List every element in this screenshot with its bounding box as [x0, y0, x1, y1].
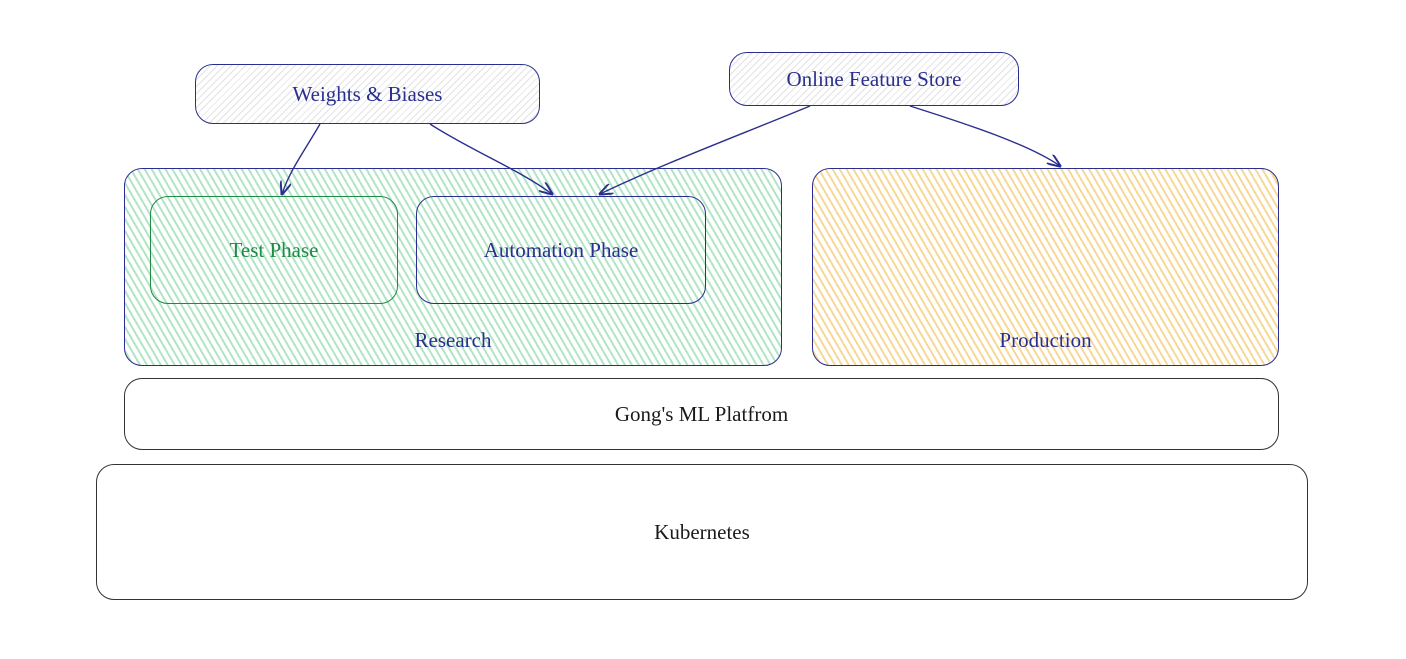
- automation-phase-box: Automation Phase: [416, 196, 706, 304]
- kubernetes-box: Kubernetes: [96, 464, 1308, 600]
- production-label: Production: [999, 328, 1091, 353]
- weights-biases-box: Weights & Biases: [195, 64, 540, 124]
- test-phase-box: Test Phase: [150, 196, 398, 304]
- diagram-canvas: Weights & Biases Online Feature Store Re…: [0, 0, 1406, 659]
- weights-biases-label: Weights & Biases: [293, 82, 443, 107]
- arrow-ofs-to-production: [910, 106, 1060, 166]
- research-label: Research: [415, 328, 492, 353]
- production-box: Production: [812, 168, 1279, 366]
- online-feature-store-box: Online Feature Store: [729, 52, 1019, 106]
- test-phase-label: Test Phase: [230, 238, 319, 263]
- kubernetes-label: Kubernetes: [654, 520, 750, 545]
- ml-platform-box: Gong's ML Platfrom: [124, 378, 1279, 450]
- online-feature-store-label: Online Feature Store: [787, 67, 962, 92]
- ml-platform-label: Gong's ML Platfrom: [615, 402, 788, 427]
- automation-phase-label: Automation Phase: [484, 238, 639, 263]
